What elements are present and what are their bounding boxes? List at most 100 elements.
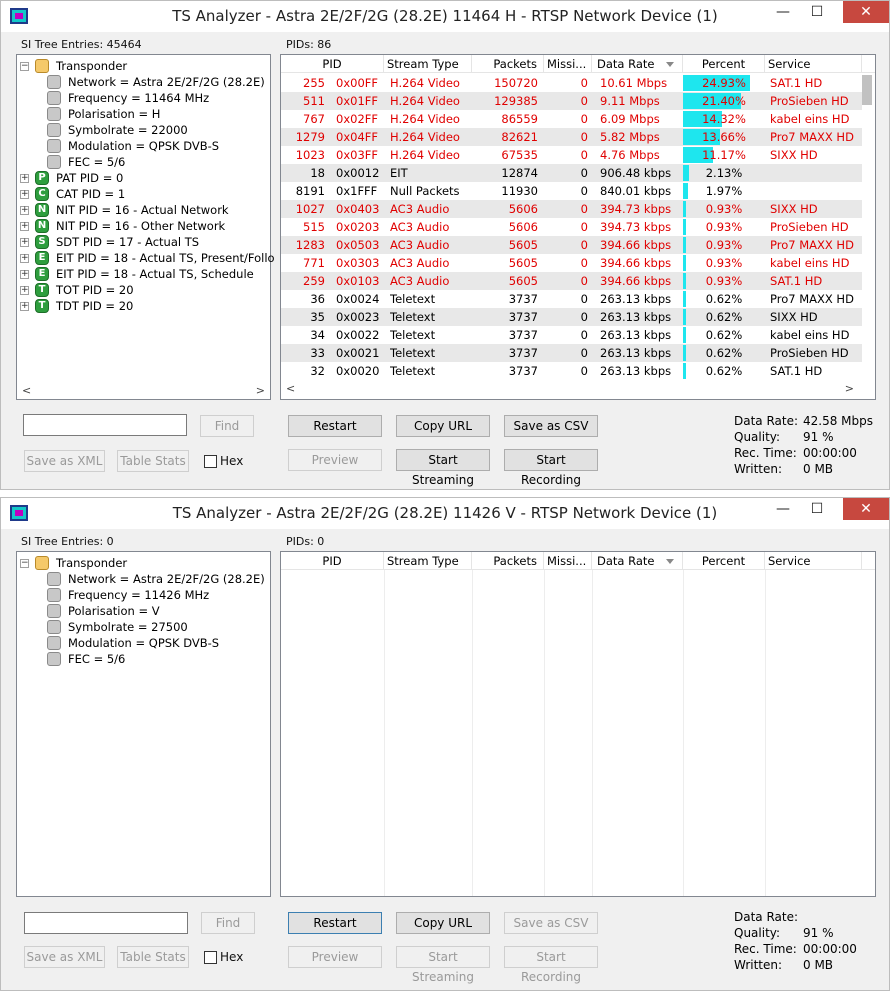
tree-node[interactable]: Modulation = QPSK DVB-S — [17, 635, 267, 651]
table-row[interactable]: 771 0x0303 AC3 Audio 5605 0 394.66 kbps 0.93% k… — [281, 254, 862, 272]
column-header-stream-type[interactable]: Stream Type — [384, 552, 472, 570]
column-header-missing[interactable]: Missi... — [544, 55, 592, 73]
table-stats-button[interactable]: Table Stats — [117, 450, 189, 472]
pid-table[interactable]: PID Stream Type Packets Missi... Data Rate Pe… — [280, 551, 876, 897]
table-row[interactable]: 515 0x0203 AC3 Audio 5606 0 394.73 kbps 0.93% P… — [281, 218, 862, 236]
table-row[interactable]: 35 0x0023 Teletext 3737 0 263.13 kbps 0.62% SIX… — [281, 308, 862, 326]
tree-node[interactable]: Polarisation = H — [17, 106, 267, 122]
table-row[interactable]: 259 0x0103 AC3 Audio 5605 0 394.66 kbps 0.93% S… — [281, 272, 862, 290]
tree-node[interactable]: Symbolrate = 22000 — [17, 122, 267, 138]
tree-horizontal-scrollbar[interactable]: < > — [17, 383, 270, 399]
minimize-button[interactable]: — — [769, 498, 797, 520]
start-streaming-button[interactable]: Start Streaming — [396, 449, 490, 487]
tree-node[interactable]: Network = Astra 2E/2F/2G (28.2E) — [17, 571, 267, 587]
column-header-data-rate[interactable]: Data Rate — [592, 552, 683, 570]
tree-node[interactable]: − Transponder — [17, 58, 267, 74]
copy-url-button[interactable]: Copy URL — [396, 912, 490, 934]
tree-node[interactable]: + P PAT PID = 0 — [17, 170, 267, 186]
table-row[interactable]: 767 0x02FF H.264 Video 86559 0 6.09 Mbps 14.32… — [281, 110, 862, 128]
scroll-right-arrow-icon[interactable]: > — [845, 382, 854, 395]
expand-icon[interactable]: + — [20, 254, 29, 263]
pid-table[interactable]: ▲▼ <> PIDStream TypePacketsMissi...Data … — [280, 54, 876, 400]
column-header-missing[interactable]: Missi... — [544, 552, 592, 570]
table-row[interactable]: 18 0x0012 EIT 12874 0 906.48 kbps 2.13% — [281, 164, 862, 182]
table-row[interactable]: 32 0x0020 Teletext 3737 0 263.13 kbps 0.62% SAT… — [281, 362, 862, 380]
find-button[interactable]: Find — [201, 912, 255, 934]
tree-node[interactable]: + T TDT PID = 20 — [17, 298, 267, 314]
tree-node[interactable]: + S SDT PID = 17 - Actual TS — [17, 234, 267, 250]
column-header-percent[interactable]: Percent — [683, 55, 765, 73]
maximize-button[interactable]: ☐ — [803, 498, 831, 520]
tree-node[interactable]: FEC = 5/6 — [17, 154, 267, 170]
tree-node[interactable]: + C CAT PID = 1 — [17, 186, 267, 202]
column-header-packets[interactable]: Packets — [472, 55, 544, 73]
close-button[interactable]: ✕ — [843, 498, 889, 520]
start-recording-button[interactable]: Start Recording — [504, 449, 598, 487]
find-button[interactable]: Find — [200, 415, 254, 437]
preview-button[interactable]: Preview — [288, 946, 382, 968]
expand-icon[interactable]: + — [20, 286, 29, 295]
column-header-data-rate[interactable]: Data Rate — [592, 55, 683, 73]
tree-node[interactable]: FEC = 5/6 — [17, 651, 267, 667]
column-header-packets[interactable]: Packets — [472, 552, 544, 570]
start-recording-button[interactable]: Start Recording — [504, 946, 598, 984]
column-header-service[interactable]: Service — [765, 552, 862, 570]
column-header-stream-type[interactable]: Stream Type — [384, 55, 472, 73]
title-bar[interactable]: TS Analyzer - Astra 2E/2F/2G (28.2E) 114… — [1, 1, 889, 32]
table-stats-button[interactable]: Table Stats — [117, 946, 189, 968]
copy-url-button[interactable]: Copy URL — [396, 415, 490, 437]
tree-node[interactable]: + E EIT PID = 18 - Actual TS, Present/Foll… — [17, 250, 275, 266]
expand-icon[interactable]: + — [20, 222, 29, 231]
tree-node[interactable]: Symbolrate = 27500 — [17, 619, 267, 635]
scroll-right-arrow-icon[interactable]: > — [256, 384, 265, 397]
table-row[interactable]: 1283 0x0503 AC3 Audio 5605 0 394.66 kbps 0.93%… — [281, 236, 862, 254]
table-row[interactable]: 1023 0x03FF H.264 Video 67535 0 4.76 Mbps 11.1… — [281, 146, 862, 164]
save-as-xml-button[interactable]: Save as XML — [24, 450, 105, 472]
hex-checkbox[interactable] — [204, 455, 217, 468]
tree-node[interactable]: − Transponder — [17, 555, 267, 571]
tree-node[interactable]: + E EIT PID = 18 - Actual TS, Schedule — [17, 266, 267, 282]
tree-node[interactable]: + N NIT PID = 16 - Actual Network — [17, 202, 267, 218]
column-header-percent[interactable]: Percent — [683, 552, 765, 570]
preview-button[interactable]: Preview — [288, 449, 382, 471]
tree-node[interactable]: + N NIT PID = 16 - Other Network — [17, 218, 267, 234]
expand-icon[interactable]: + — [20, 190, 29, 199]
close-button[interactable]: ✕ — [843, 1, 889, 23]
find-input[interactable] — [23, 414, 187, 436]
tree-node[interactable]: Modulation = QPSK DVB-S — [17, 138, 267, 154]
expand-icon[interactable]: + — [20, 238, 29, 247]
si-tree[interactable]: < > − Transponder Network = Astra 2E/2F/2G … — [16, 54, 275, 400]
minimize-button[interactable]: — — [769, 1, 797, 23]
title-bar[interactable]: TS Analyzer - Astra 2E/2F/2G (28.2E) 114… — [1, 498, 889, 529]
tree-node[interactable]: Polarisation = V — [17, 603, 267, 619]
column-header-pid[interactable]: PID — [281, 55, 384, 73]
column-header-pid[interactable]: PID — [281, 552, 384, 570]
find-input[interactable] — [24, 912, 188, 934]
restart-button[interactable]: Restart — [288, 415, 382, 437]
scroll-left-arrow-icon[interactable]: < — [22, 384, 31, 397]
restart-button[interactable]: Restart — [288, 912, 382, 934]
table-horizontal-scrollbar[interactable]: < > — [281, 381, 859, 399]
column-header-service[interactable]: Service — [765, 55, 862, 73]
save-as-csv-button[interactable]: Save as CSV — [504, 415, 598, 437]
tree-node[interactable]: Network = Astra 2E/2F/2G (28.2E) — [17, 74, 267, 90]
table-row[interactable]: 36 0x0024 Teletext 3737 0 263.13 kbps 0.62% Pro… — [281, 290, 862, 308]
table-row[interactable]: 1279 0x04FF H.264 Video 82621 0 5.82 Mbps 13.6… — [281, 128, 862, 146]
table-row[interactable]: 34 0x0022 Teletext 3737 0 263.13 kbps 0.62% kab… — [281, 326, 862, 344]
hex-checkbox[interactable] — [204, 951, 217, 964]
si-tree[interactable]: − Transponder Network = Astra 2E/2F/2G (28… — [16, 551, 271, 897]
collapse-icon[interactable]: − — [20, 559, 29, 568]
expand-icon[interactable]: + — [20, 206, 29, 215]
tree-node[interactable]: + T TOT PID = 20 — [17, 282, 267, 298]
tree-node[interactable]: Frequency = 11464 MHz — [17, 90, 267, 106]
maximize-button[interactable]: ☐ — [803, 1, 831, 23]
save-as-csv-button[interactable]: Save as CSV — [504, 912, 598, 934]
scroll-left-arrow-icon[interactable]: < — [286, 382, 295, 395]
table-row[interactable]: 1027 0x0403 AC3 Audio 5606 0 394.73 kbps 0.93%… — [281, 200, 862, 218]
start-streaming-button[interactable]: Start Streaming — [396, 946, 490, 984]
table-row[interactable]: 511 0x01FF H.264 Video 129385 0 9.11 Mbps 21.4… — [281, 92, 862, 110]
expand-icon[interactable]: + — [20, 174, 29, 183]
scrollbar-thumb[interactable] — [862, 75, 872, 105]
table-row[interactable]: 33 0x0021 Teletext 3737 0 263.13 kbps 0.62% Pro… — [281, 344, 862, 362]
collapse-icon[interactable]: − — [20, 62, 29, 71]
